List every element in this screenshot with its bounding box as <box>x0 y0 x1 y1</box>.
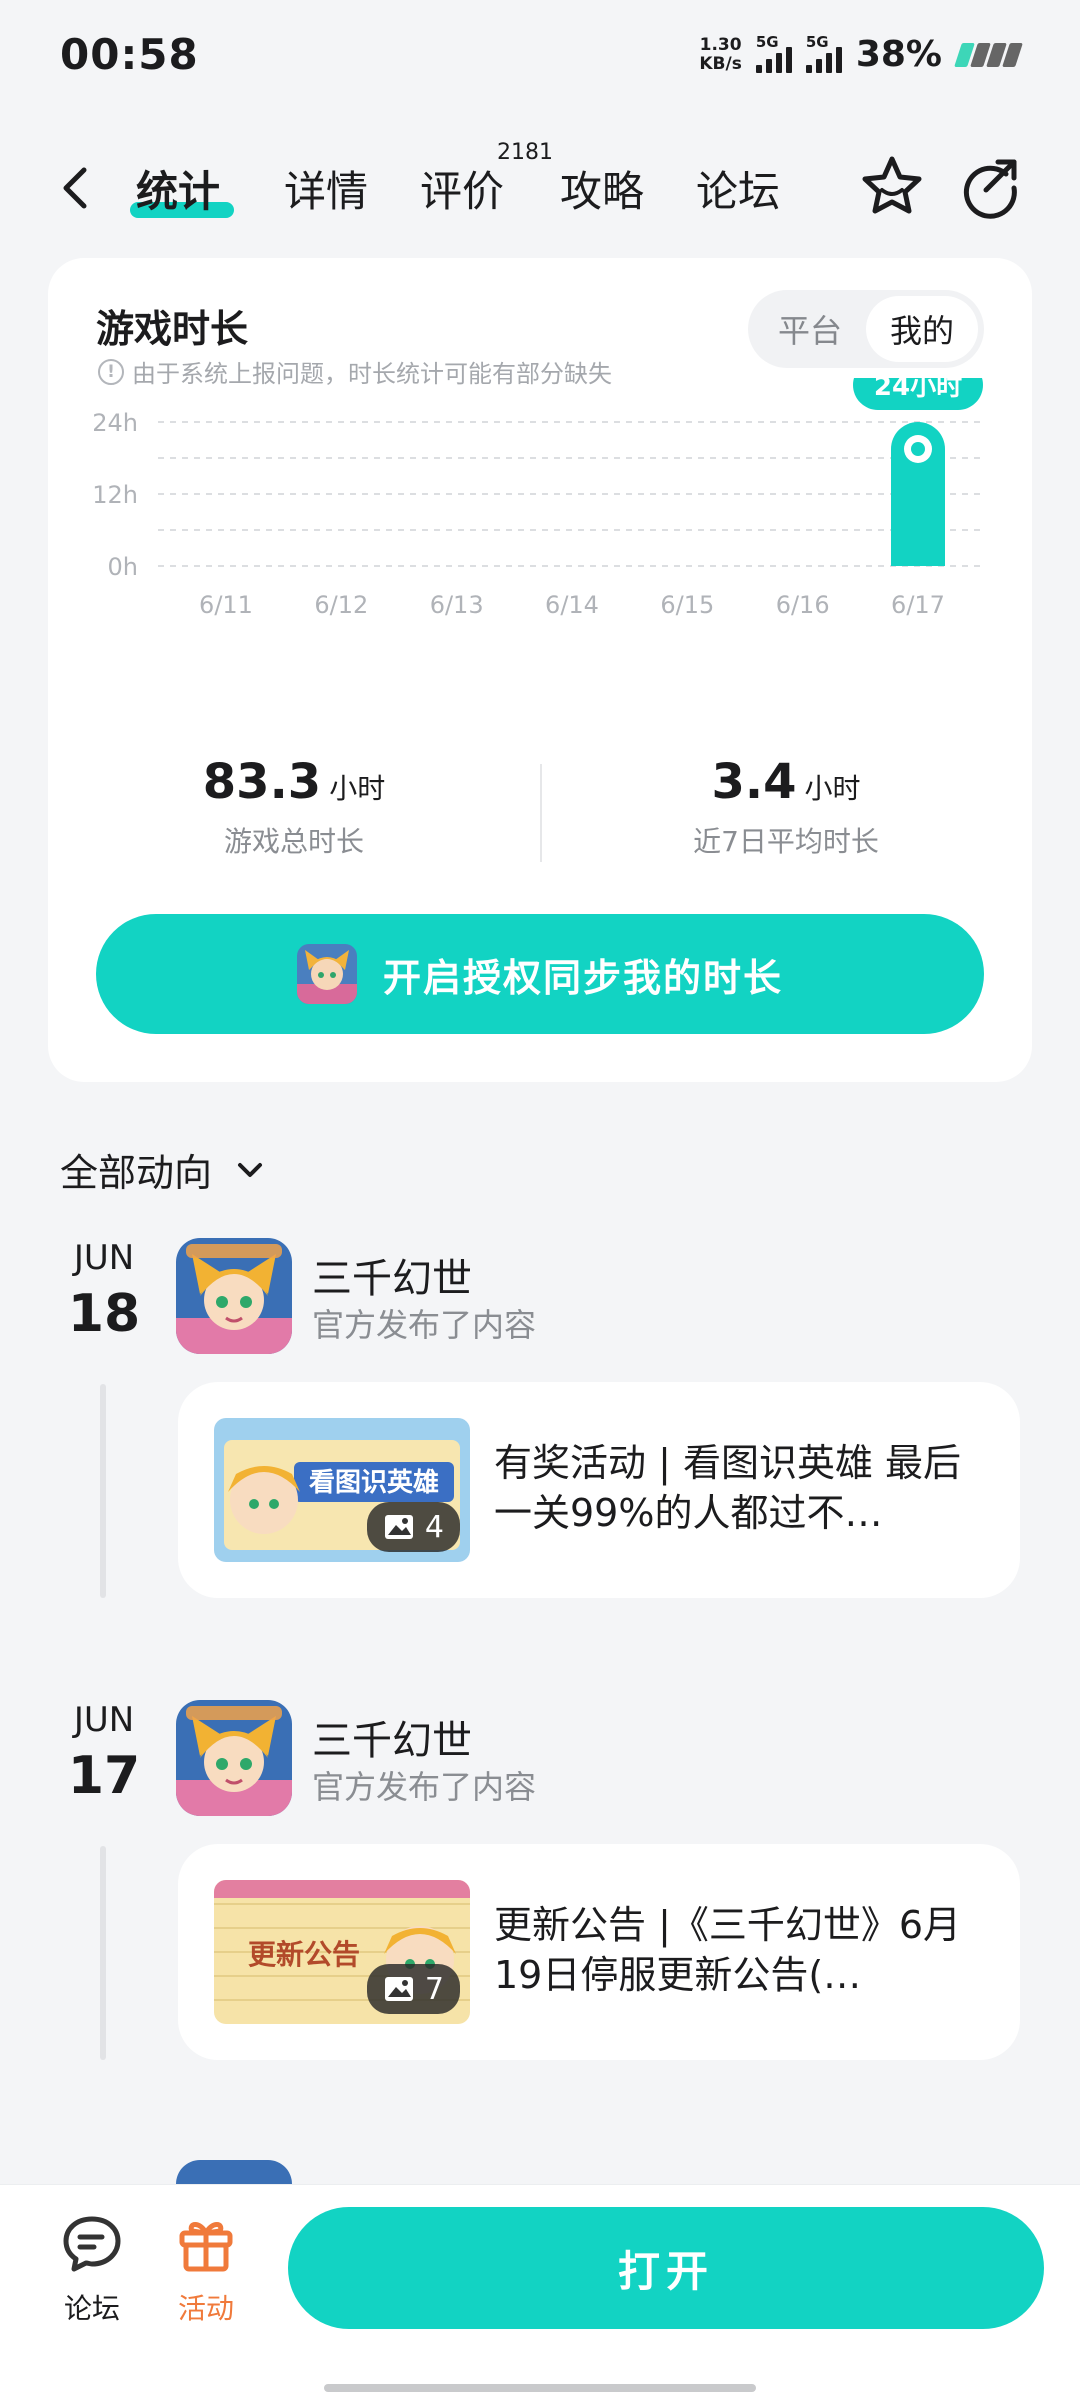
playtime-stats: 83.3 小时 游戏总时长 3.4 小时 近7日平均时长 <box>48 754 1032 864</box>
status-time: 00:58 <box>60 30 199 79</box>
y-tick-label: 24h <box>92 409 138 437</box>
game-avatar[interactable] <box>176 1238 292 1354</box>
feed-date-day: 18 <box>67 1284 141 1344</box>
y-tick-label: 0h <box>108 553 138 581</box>
feed-action: 官方发布了内容 <box>312 1768 537 1806</box>
feed-item: JUN 17 三千幻世 官方发布了内容 更新公告 7 更新公告 |《三千幻世》6… <box>0 1700 1080 2080</box>
toggle-mine[interactable]: 我的 <box>866 296 978 362</box>
signal-1-icon: 5G <box>755 33 792 73</box>
network-speed-unit: KB/s <box>699 53 742 74</box>
home-indicator[interactable] <box>324 2384 756 2392</box>
avg-playtime-stat: 3.4 小时 近7日平均时长 <box>540 754 1032 860</box>
svg-text:看图识英雄: 看图识英雄 <box>309 1468 439 1498</box>
forum-nav-item[interactable]: 论坛 <box>42 2211 142 2327</box>
network-speed-value: 1.30 <box>699 34 742 55</box>
x-tick-label: 6/12 <box>314 591 368 619</box>
total-playtime-value: 83.3 <box>202 754 322 810</box>
tab-stats[interactable]: 统计 <box>136 158 220 219</box>
source-toggle: 平台 我的 <box>748 290 984 368</box>
sync-playtime-button[interactable]: 开启授权同步我的时长 <box>96 914 984 1034</box>
sync-playtime-label: 开启授权同步我的时长 <box>382 955 783 1000</box>
feed-game-name[interactable]: 三千幻世 <box>312 1708 472 1766</box>
timeline-line <box>100 1384 106 1598</box>
playtime-card: 游戏时长 ! 由于系统上报问题，时长统计可能有部分缺失 平台 我的 0h 12h 2… <box>48 258 1032 1082</box>
chevron-down-icon <box>238 1162 263 1177</box>
image-count: 4 <box>424 1509 444 1545</box>
post-thumbnail: 看图识英雄 4 <box>214 1418 470 1562</box>
activity-nav-label: 活动 <box>177 2292 234 2325</box>
svg-text:更新公告: 更新公告 <box>248 1938 360 1971</box>
activity-nav-item[interactable]: 活动 <box>156 2211 256 2327</box>
x-tick-label: 6/13 <box>430 591 484 619</box>
feed-date-month: JUN <box>73 1700 135 1740</box>
status-indicators: 1.30 KB/s 5G 5G 38% <box>699 33 1024 75</box>
forum-nav-label: 论坛 <box>63 2292 120 2325</box>
tab-reviews[interactable]: 评价 <box>420 158 504 219</box>
x-tick-label: 6/17 <box>891 591 945 619</box>
feed-date-month: JUN <box>73 1238 135 1278</box>
network-speed: 1.30 KB/s <box>699 34 742 74</box>
total-playtime-label: 游戏总时长 <box>223 825 364 858</box>
battery-icon <box>954 42 1024 68</box>
sim1-label: 5G <box>755 32 779 51</box>
star-icon[interactable] <box>858 152 926 220</box>
post-title: 有奖活动 | 看图识英雄 最后一关99%的人都过不… <box>494 1441 962 1535</box>
game-avatar[interactable] <box>176 1700 292 1816</box>
share-icon[interactable] <box>956 152 1024 220</box>
x-tick-label: 6/11 <box>199 591 253 619</box>
feed-item: JUN 18 三千幻世 官方发布了内容 看图识英雄 4 有奖活动 | 看图识英雄… <box>0 1238 1080 1618</box>
feed-date-day: 17 <box>67 1746 141 1806</box>
back-icon[interactable] <box>52 162 104 214</box>
gift-icon <box>179 2222 233 2272</box>
feed-game-name[interactable]: 三千幻世 <box>312 1246 472 1304</box>
next-feed-item-partial <box>0 2150 1080 2186</box>
y-tick-label: 12h <box>92 481 138 509</box>
feed-filter-label: 全部动向 <box>60 1151 213 1195</box>
reviews-count-badge: 2181 <box>497 140 553 165</box>
bar-tooltip-label: 24小时 <box>874 378 962 402</box>
image-icon <box>384 1977 413 2001</box>
toggle-platform[interactable]: 平台 <box>754 296 866 362</box>
forum-icon <box>63 2216 121 2272</box>
feed-action: 官方发布了内容 <box>312 1306 537 1344</box>
tab-guides[interactable]: 攻略 <box>560 158 644 219</box>
game-avatar <box>176 2160 292 2186</box>
post-title: 更新公告 |《三千幻世》6月19日停服更新公告(… <box>494 1903 962 1997</box>
timeline-line <box>100 1846 106 2060</box>
x-tick-label: 6/16 <box>776 591 830 619</box>
playtime-chart: 0h 12h 24h 6/11 6/12 6/13 6/14 6/15 6/16 6/17 24小时 <box>92 378 984 619</box>
open-game-button[interactable]: 打开 <box>288 2207 1044 2329</box>
avg-playtime-unit: 小时 <box>804 772 861 805</box>
post-thumbnail: 更新公告 7 <box>214 1880 470 2024</box>
post-card[interactable]: 看图识英雄 4 有奖活动 | 看图识英雄 最后一关99%的人都过不… <box>178 1382 1020 1598</box>
tab-details[interactable]: 详情 <box>284 158 368 219</box>
signal-2-icon: 5G <box>805 33 842 73</box>
post-card[interactable]: 更新公告 7 更新公告 |《三千幻世》6月19日停服更新公告(… <box>178 1844 1020 2060</box>
image-count: 7 <box>424 1971 444 2007</box>
image-count-badge: 7 <box>366 1964 460 2014</box>
avg-playtime-label: 近7日平均时长 <box>693 825 879 858</box>
top-nav: 统计 详情 评价 2181 攻略 论坛 <box>0 140 1080 236</box>
image-count-badge: 4 <box>366 1502 460 1552</box>
avg-playtime-value: 3.4 <box>711 754 797 810</box>
x-tick-label: 6/15 <box>660 591 714 619</box>
bottom-action-bar: 论坛 活动 打开 <box>0 2184 1080 2400</box>
game-icon <box>296 944 357 1004</box>
x-tick-label: 6/14 <box>545 591 599 619</box>
total-playtime-unit: 小时 <box>329 772 386 805</box>
status-bar: 00:58 1.30 KB/s 5G 5G 38% <box>0 0 1080 118</box>
image-icon <box>384 1515 413 1539</box>
tab-forum[interactable]: 论坛 <box>696 158 780 219</box>
bar-marker-inner <box>911 442 925 456</box>
total-playtime-stat: 83.3 小时 游戏总时长 <box>48 754 540 860</box>
sim2-label: 5G <box>805 32 829 51</box>
feed-filter-dropdown[interactable]: 全部动向 <box>60 1142 268 1197</box>
battery-percent: 38% <box>855 34 942 75</box>
playtime-title: 游戏时长 <box>96 307 249 351</box>
